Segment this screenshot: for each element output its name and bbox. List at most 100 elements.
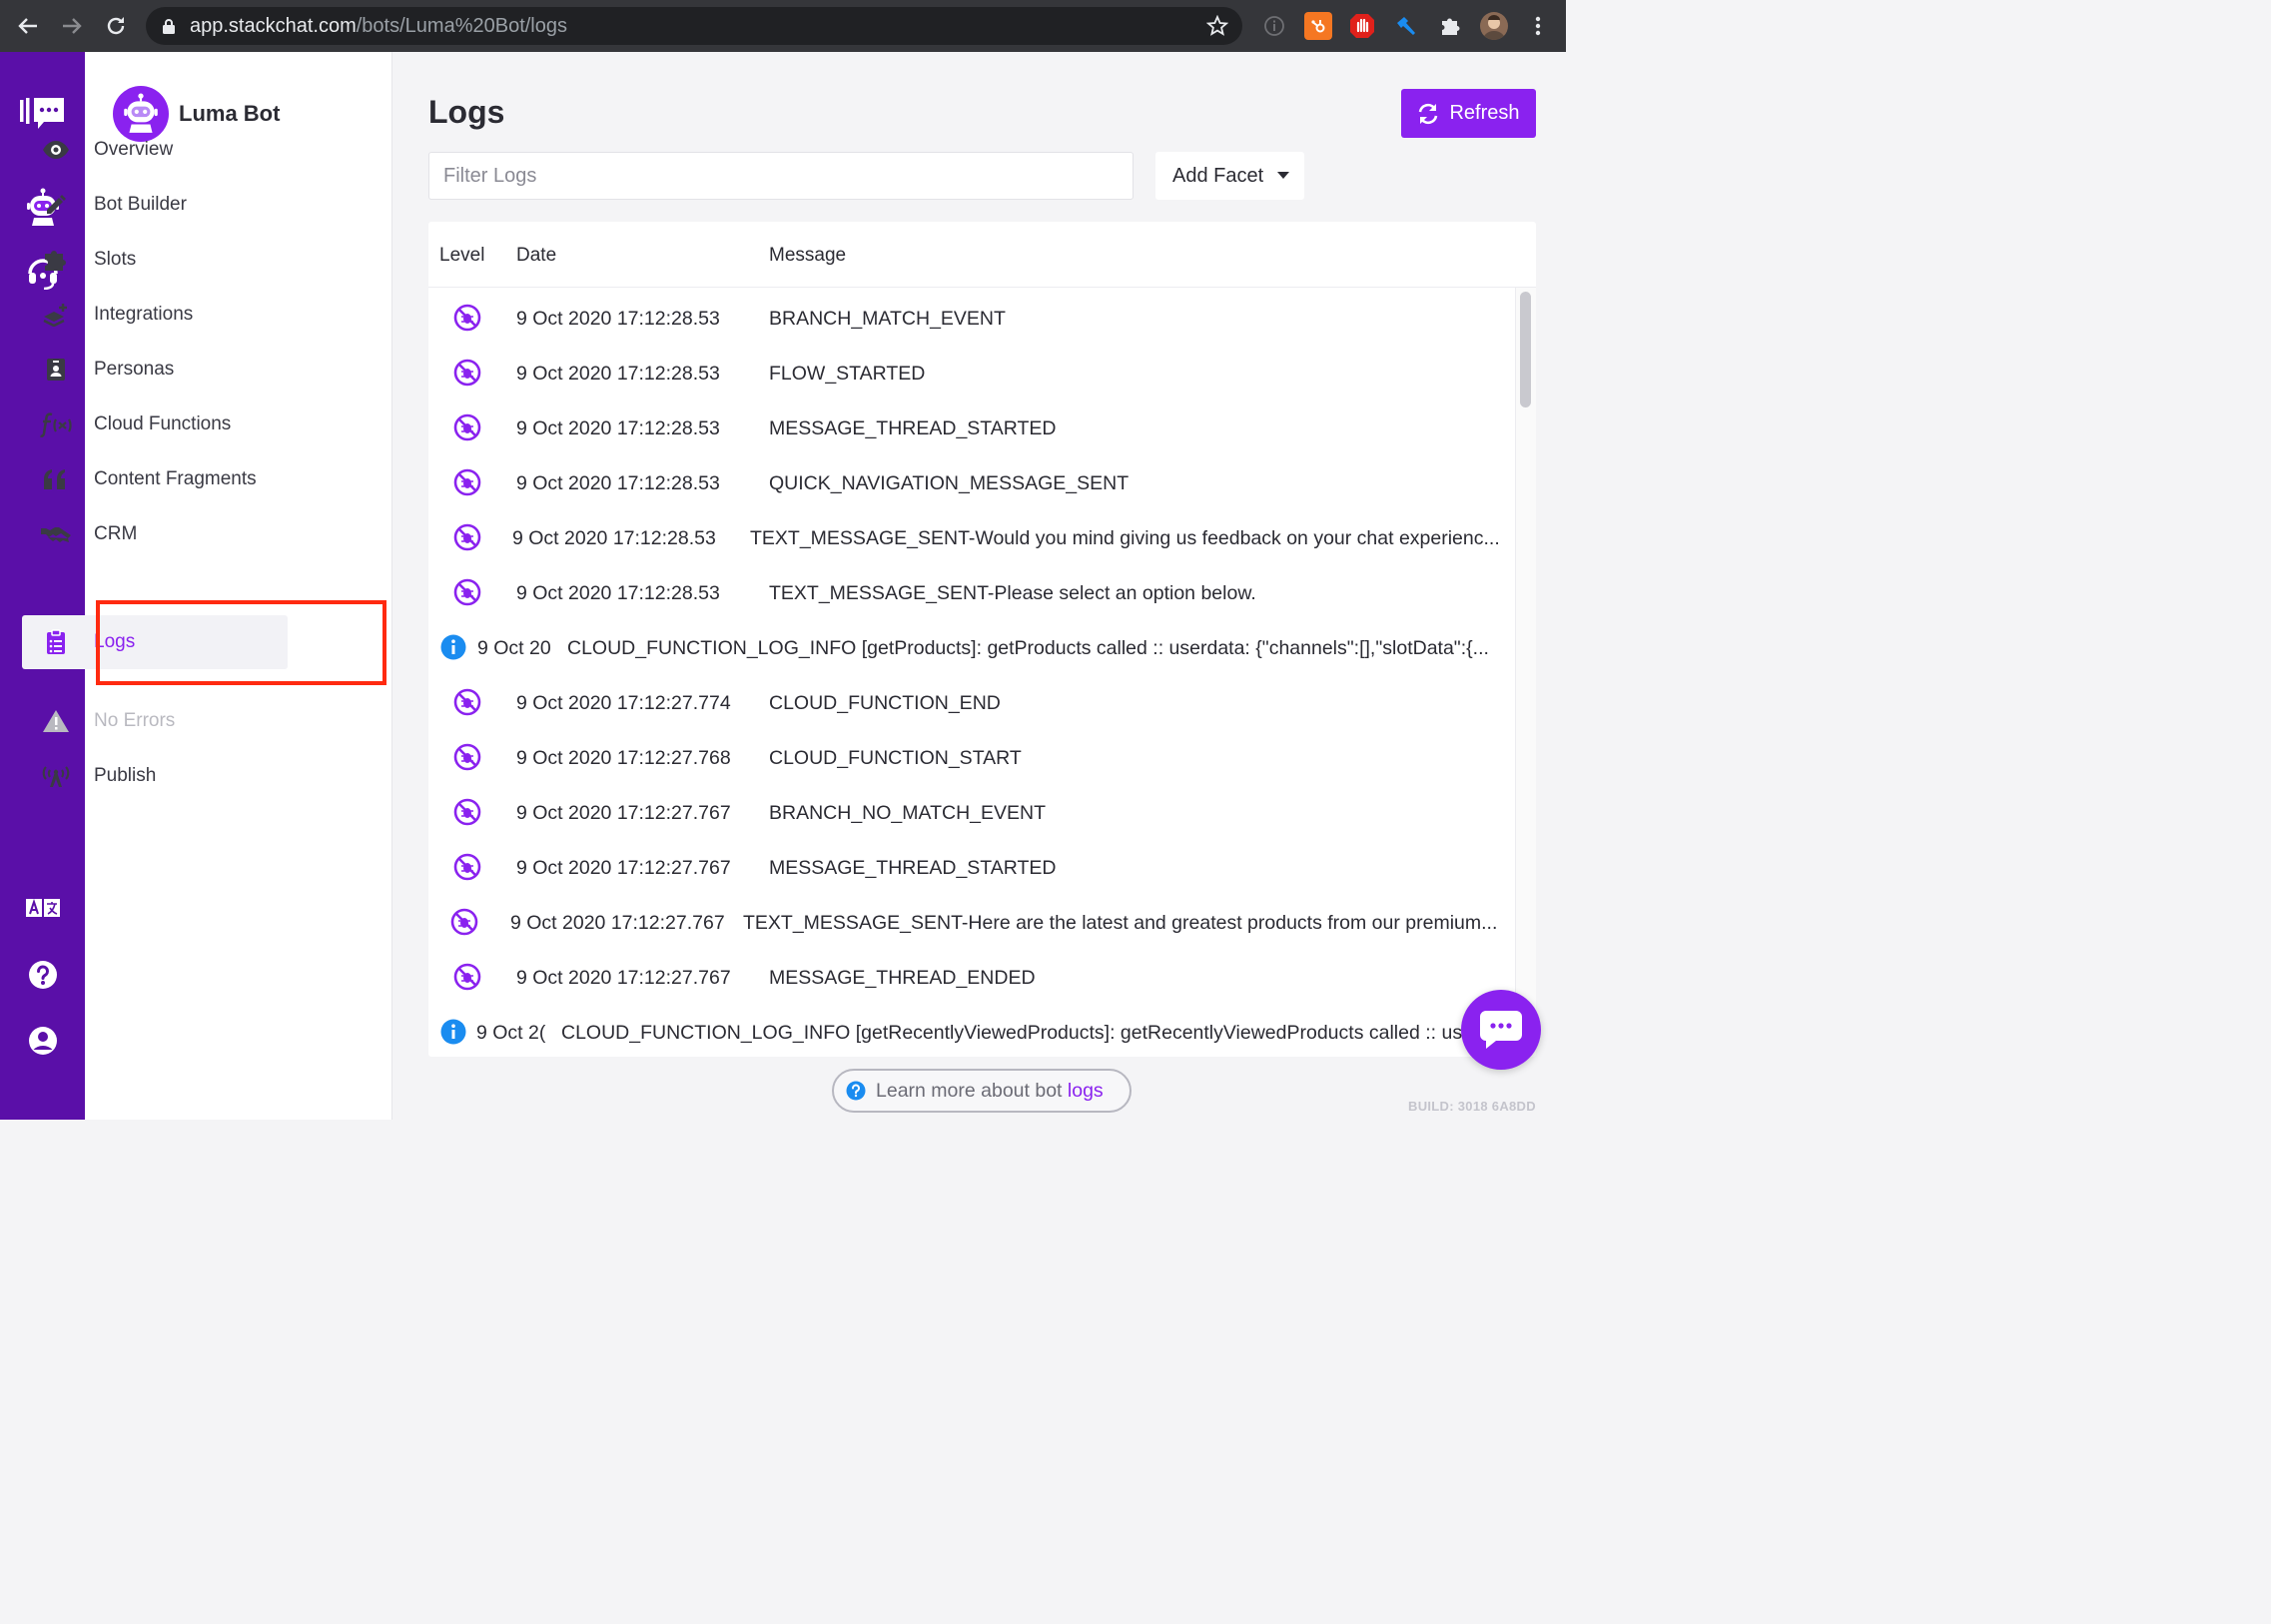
more-menu-icon[interactable] — [1524, 12, 1552, 40]
header-divider — [428, 287, 1536, 288]
hammer-extension-icon[interactable] — [1392, 12, 1420, 40]
nav-item-publish[interactable]: Publish — [36, 754, 286, 798]
log-date: 9 Oct 2020 17:12:27.768 — [516, 747, 731, 769]
log-row[interactable]: 9 Oct 2020 17:12:27.767 TEXT_MESSAGE_SENT… — [428, 894, 1517, 949]
function-icon — [36, 405, 76, 444]
nav-item-errors: No Errors — [36, 699, 286, 743]
log-message: FLOW_STARTED — [769, 363, 926, 385]
rail-account[interactable] — [0, 1025, 85, 1057]
nav-label: Content Fragments — [94, 468, 257, 489]
reload-icon — [107, 17, 125, 35]
debug-level-icon — [453, 798, 481, 826]
log-row[interactable]: 9 Oct 2020 17:12:28.53 BRANCH_MATCH_EVENT — [428, 290, 1517, 345]
scrollbar-thumb[interactable] — [1520, 292, 1531, 407]
puzzle-icon — [36, 240, 76, 280]
learn-more-pill[interactable]: Learn more about bot logs — [832, 1069, 1132, 1113]
log-row[interactable]: 9 Oct 20 CLOUD_FUNCTION_LOG_INFO [getProd… — [428, 619, 1517, 674]
log-message: CLOUD_FUNCTION_LOG_INFO [getRecentlyView… — [561, 1022, 1463, 1044]
info-level-icon — [439, 633, 467, 661]
refresh-label: Refresh — [1449, 102, 1520, 124]
log-row[interactable]: 9 Oct 2020 17:12:27.768 CLOUD_FUNCTION_ST… — [428, 729, 1517, 784]
url-host: app.stackchat.com — [190, 14, 357, 37]
broadcast-tower-icon — [36, 756, 76, 796]
log-row[interactable]: 9 Oct 2( CLOUD_FUNCTION_LOG_INFO [getRece… — [428, 1004, 1517, 1057]
translate-icon — [25, 898, 60, 917]
log-row[interactable]: 9 Oct 2020 17:12:28.53 TEXT_MESSAGE_SENT-… — [428, 564, 1517, 619]
build-label: BUILD: 3018 6A8DD — [1408, 1099, 1536, 1114]
log-message: MESSAGE_THREAD_STARTED — [769, 417, 1057, 439]
reload-button[interactable] — [94, 0, 138, 52]
log-date: 9 Oct 2020 17:12:28.53 — [516, 308, 720, 330]
page-title: Logs — [428, 94, 505, 130]
back-button[interactable] — [6, 0, 50, 52]
log-row[interactable]: 9 Oct 2020 17:12:27.767 MESSAGE_THREAD_ST… — [428, 839, 1517, 894]
debug-level-icon — [453, 523, 481, 551]
hubspot-extension-icon[interactable] — [1304, 12, 1332, 40]
log-date: 9 Oct 20 — [477, 637, 551, 659]
learn-more-link[interactable]: logs — [1068, 1080, 1104, 1102]
log-row[interactable]: 9 Oct 2020 17:12:27.767 BRANCH_NO_MATCH_E… — [428, 784, 1517, 839]
clipboard-list-icon — [36, 622, 76, 662]
debug-level-icon — [453, 468, 481, 496]
log-date: 9 Oct 2020 17:12:27.774 — [516, 692, 731, 714]
log-message: TEXT_MESSAGE_SENT-Would you mind giving … — [750, 527, 1500, 549]
log-date: 9 Oct 2( — [476, 1022, 546, 1044]
log-message: BRANCH_MATCH_EVENT — [769, 308, 1006, 330]
quote-icon — [36, 459, 76, 499]
log-row[interactable]: 9 Oct 2020 17:12:28.53 FLOW_STARTED — [428, 345, 1517, 400]
nav-label: Integrations — [94, 304, 194, 325]
add-facet-dropdown[interactable]: Add Facet — [1155, 152, 1304, 200]
log-message: TEXT_MESSAGE_SENT-Here are the latest an… — [743, 912, 1498, 934]
puzzle-extensions-icon[interactable] — [1436, 12, 1464, 40]
address-bar[interactable]: app.stackchat.com/bots/Luma%20Bot/logs — [146, 7, 1242, 45]
debug-level-icon — [453, 853, 481, 881]
info-level-icon — [439, 1018, 467, 1046]
log-date: 9 Oct 2020 17:12:28.53 — [512, 527, 716, 549]
filter-logs-input[interactable] — [428, 152, 1134, 200]
log-message: CLOUD_FUNCTION_LOG_INFO [getProducts]: g… — [567, 637, 1489, 659]
add-facet-label: Add Facet — [1172, 164, 1264, 187]
user-circle-icon — [28, 1027, 57, 1055]
forward-button[interactable] — [50, 0, 94, 52]
log-row[interactable]: 9 Oct 2020 17:12:28.53 QUICK_NAVIGATION_M… — [428, 454, 1517, 509]
arrow-right-icon — [63, 18, 82, 34]
debug-level-icon — [453, 304, 481, 332]
column-header-level[interactable]: Level — [439, 245, 484, 267]
nav-item-overview[interactable]: Overview — [36, 128, 286, 172]
log-date: 9 Oct 2020 17:12:28.53 — [516, 417, 720, 439]
column-header-message[interactable]: Message — [769, 245, 846, 267]
info-extension-icon[interactable] — [1260, 12, 1288, 40]
log-row[interactable]: 9 Oct 2020 17:12:27.774 CLOUD_FUNCTION_EN… — [428, 674, 1517, 729]
bookmark-star-icon[interactable] — [1206, 15, 1228, 37]
stop-hand-extension-icon[interactable] — [1348, 12, 1376, 40]
eye-icon — [36, 130, 76, 170]
nav-item-crm[interactable]: CRM — [36, 512, 286, 556]
pencil-icon — [36, 185, 76, 225]
rail-help[interactable] — [0, 959, 85, 991]
debug-level-icon — [453, 963, 481, 991]
debug-level-icon — [453, 743, 481, 771]
log-row[interactable]: 9 Oct 2020 17:12:28.53 TEXT_MESSAGE_SENT-… — [428, 509, 1517, 564]
log-message: MESSAGE_THREAD_STARTED — [769, 857, 1057, 879]
log-message: TEXT_MESSAGE_SENT-Please select an optio… — [769, 582, 1256, 604]
log-row[interactable]: 9 Oct 2020 17:12:28.53 MESSAGE_THREAD_STA… — [428, 400, 1517, 454]
rail-translate[interactable] — [0, 897, 85, 919]
nav-label: No Errors — [94, 710, 176, 731]
debug-level-icon — [453, 688, 481, 716]
arrow-left-icon — [18, 18, 37, 34]
chat-launcher-button[interactable] — [1461, 990, 1541, 1070]
profile-avatar[interactable] — [1480, 12, 1508, 40]
nav-item-cloud-functions[interactable]: Cloud Functions — [36, 403, 286, 446]
nav-item-integrations[interactable]: Integrations — [36, 293, 286, 337]
refresh-button[interactable]: Refresh — [1401, 89, 1536, 138]
log-date: 9 Oct 2020 17:12:28.53 — [516, 472, 720, 494]
nav-label: Slots — [94, 249, 137, 270]
log-message: CLOUD_FUNCTION_END — [769, 692, 1001, 714]
nav-item-slots[interactable]: Slots — [36, 238, 286, 282]
nav-item-bot-builder[interactable]: Bot Builder — [36, 183, 286, 227]
nav-item-personas[interactable]: Personas — [36, 348, 286, 392]
column-header-date[interactable]: Date — [516, 245, 556, 267]
nav-item-content-fragments[interactable]: Content Fragments — [36, 457, 286, 501]
log-message: QUICK_NAVIGATION_MESSAGE_SENT — [769, 472, 1130, 494]
log-row[interactable]: 9 Oct 2020 17:12:27.767 MESSAGE_THREAD_EN… — [428, 949, 1517, 1004]
